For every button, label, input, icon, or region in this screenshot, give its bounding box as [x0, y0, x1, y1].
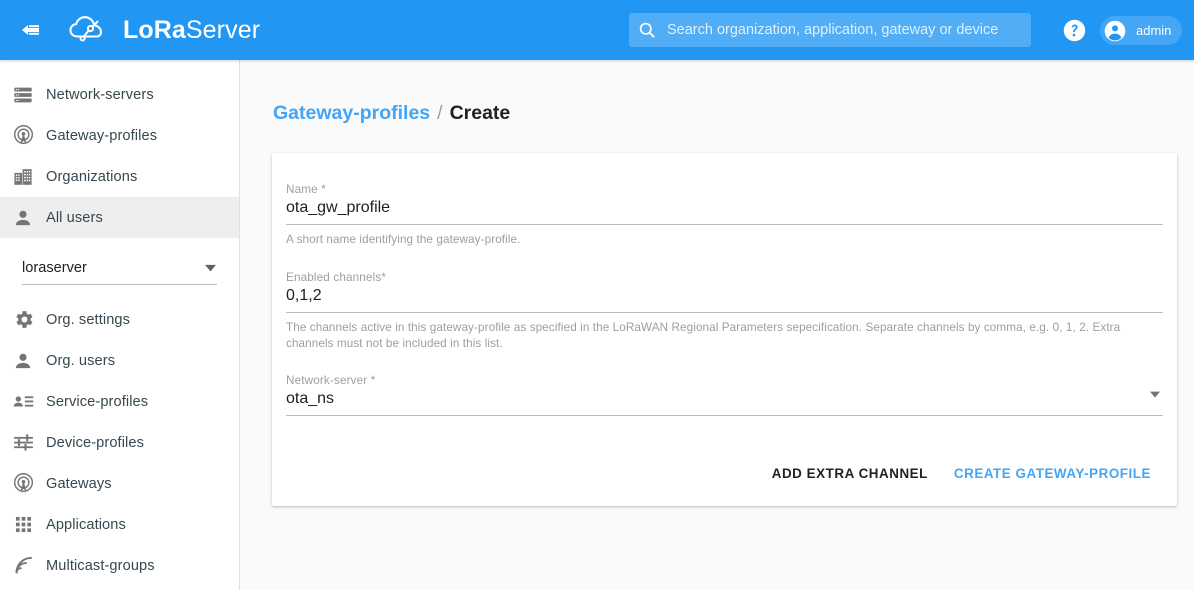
breadcrumb-separator: /: [437, 102, 442, 125]
storage-icon: [0, 84, 46, 106]
business-icon: [0, 166, 46, 188]
sidebar-item-gateway-profiles[interactable]: Gateway-profiles: [0, 115, 239, 156]
sidebar-item-label: All users: [46, 210, 103, 226]
global-search[interactable]: [629, 13, 1031, 47]
network-server-field-label: Network-server *: [286, 374, 1163, 387]
network-server-field-group: Network-server *: [286, 374, 1163, 416]
name-field-help: A short name identifying the gateway-pro…: [286, 232, 1163, 248]
person-icon: [0, 350, 46, 372]
name-field-label: Name *: [286, 183, 1163, 196]
person-list-icon: [0, 390, 46, 413]
brand-bold: LoRa: [123, 16, 186, 44]
sidebar-item-label: Organizations: [46, 169, 137, 185]
organization-selector[interactable]: loraserver: [22, 251, 217, 285]
search-input[interactable]: [667, 13, 1031, 47]
sidebar-item-org-users[interactable]: Org. users: [0, 340, 239, 381]
sidebar-item-label: Org. users: [46, 353, 115, 369]
enabled-channels-input[interactable]: [286, 287, 1163, 313]
name-input[interactable]: [286, 199, 1163, 225]
sidebar-item-label: Device-profiles: [46, 435, 144, 451]
sidebar-item-label: Gateway-profiles: [46, 128, 157, 144]
sidebar-item-applications[interactable]: Applications: [0, 504, 239, 545]
sidebar-item-device-profiles[interactable]: Device-profiles: [0, 422, 239, 463]
menu-collapse-button[interactable]: [14, 14, 46, 46]
channels-field-group: Enabled channels* The channels active in…: [286, 271, 1163, 352]
app-header: LoRaServer: [0, 0, 1194, 60]
sidebar-item-all-users[interactable]: All users: [0, 197, 239, 238]
breadcrumb: Gateway-profiles / Create: [273, 102, 1194, 125]
name-field-group: Name * A short name identifying the gate…: [286, 183, 1163, 248]
brand-text: LoRaServer: [123, 16, 260, 45]
sidebar-item-label: Network-servers: [46, 87, 154, 103]
user-menu-chip[interactable]: admin: [1100, 16, 1182, 45]
main-content: Gateway-profiles / Create Name * A short…: [240, 60, 1194, 590]
channels-field-label: Enabled channels*: [286, 271, 1163, 284]
menu-collapse-icon: [18, 18, 42, 42]
add-extra-channel-button[interactable]: ADD EXTRA CHANNEL: [762, 457, 938, 490]
field-spacer: [286, 351, 1163, 374]
tune-sliders-icon: [0, 431, 46, 454]
search-icon: [637, 20, 657, 40]
sidebar-item-service-profiles[interactable]: Service-profiles: [0, 381, 239, 422]
gear-icon: [0, 308, 46, 331]
sidebar-item-multicast-groups[interactable]: Multicast-groups: [0, 545, 239, 586]
sidebar-item-gateways[interactable]: Gateways: [0, 463, 239, 504]
apps-grid-icon: [0, 514, 46, 535]
help-circle-icon: [1062, 18, 1087, 43]
sidebar-item-organizations[interactable]: Organizations: [0, 156, 239, 197]
app-root: LoRaServer: [0, 0, 1194, 590]
sidebar-item-label: Gateways: [46, 476, 112, 492]
sidebar-item-label: Org. settings: [46, 312, 130, 328]
sidebar: Network-servers Gateway-profiles: [0, 60, 240, 590]
field-spacer: [286, 248, 1163, 271]
sidebar-top-spacer: [0, 60, 239, 74]
brand-logo[interactable]: LoRaServer: [68, 13, 260, 47]
account-circle-icon: [1103, 19, 1127, 43]
sidebar-item-label: Multicast-groups: [46, 558, 155, 574]
form-actions: ADD EXTRA CHANNEL CREATE GATEWAY-PROFILE: [286, 457, 1163, 490]
brand-light: Server: [186, 16, 260, 44]
sidebar-item-org-settings[interactable]: Org. settings: [0, 299, 239, 340]
chevron-down-icon: [204, 261, 217, 274]
sidebar-item-label: Applications: [46, 517, 126, 533]
person-icon: [0, 207, 46, 229]
user-name-label: admin: [1136, 23, 1171, 38]
sidebar-divider-spacer: [0, 285, 239, 299]
gateway-profile-form-card: Name * A short name identifying the gate…: [272, 153, 1177, 506]
network-server-select[interactable]: [286, 390, 1163, 416]
organization-selector-value: loraserver: [22, 260, 87, 276]
sidebar-item-network-servers[interactable]: Network-servers: [0, 74, 239, 115]
organization-selector-wrap: loraserver: [0, 251, 239, 285]
channels-field-help: The channels active in this gateway-prof…: [286, 320, 1163, 352]
help-button[interactable]: [1062, 18, 1087, 43]
antenna-icon: [0, 472, 46, 495]
lora-cloud-icon: [68, 13, 114, 47]
create-gateway-profile-button[interactable]: CREATE GATEWAY-PROFILE: [944, 457, 1161, 490]
rss-waves-icon: [0, 555, 46, 577]
breadcrumb-link-gateway-profiles[interactable]: Gateway-profiles: [273, 102, 430, 125]
sidebar-item-label: Service-profiles: [46, 394, 148, 410]
breadcrumb-current: Create: [450, 102, 511, 125]
antenna-icon: [0, 124, 46, 147]
